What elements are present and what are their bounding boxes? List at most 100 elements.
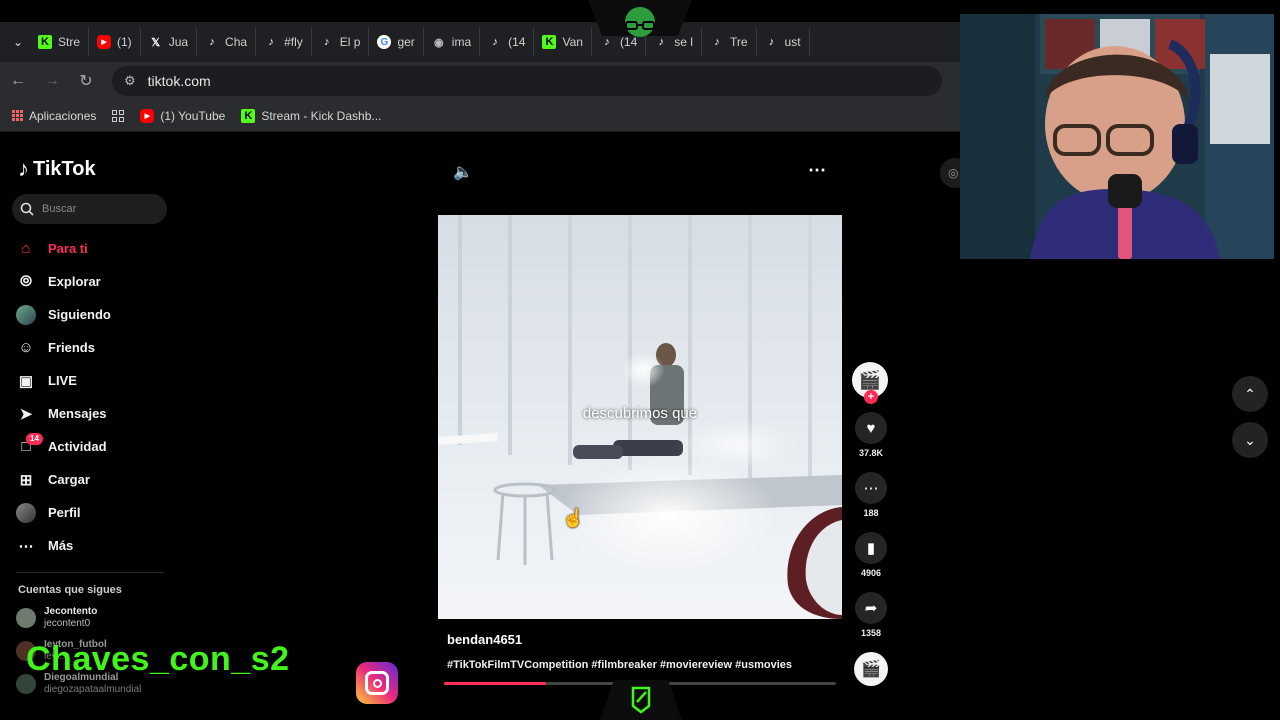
send-icon: ➤ [19, 405, 33, 423]
friends-icon: ☺ [18, 339, 34, 356]
logo-text: TikTok [33, 157, 96, 180]
like-action[interactable]: ♥ 37.8K [852, 412, 890, 458]
search-box[interactable] [12, 194, 167, 224]
url-field[interactable]: ⚙ tiktok.com [112, 66, 942, 96]
site-settings-icon[interactable]: ⚙ [124, 73, 136, 89]
sidebar-item-activity[interactable]: □ 14 Actividad [16, 430, 166, 463]
browser-tab[interactable]: K Van [534, 28, 592, 56]
sidebar-item-for-you[interactable]: ⌂ Para ti [16, 232, 166, 265]
bookmark-icon[interactable]: ▮ [855, 532, 887, 564]
stream-frame-bottom-deco [600, 680, 682, 720]
back-arrow-icon[interactable]: ← [10, 72, 26, 90]
tab-label: Cha [225, 35, 248, 49]
share-action[interactable]: ➦ 1358 [852, 592, 890, 638]
sidebar-item-following[interactable]: Siguiendo [16, 298, 166, 331]
chevron-up-icon: ⌃ [1244, 385, 1256, 402]
sidebar-item-label: Siguiendo [48, 307, 111, 322]
save-action[interactable]: ▮ 4906 [852, 532, 890, 578]
stream-frame-top-deco [588, 0, 692, 37]
browser-tab-bar: ⌄ K Stre ▶ (1) 𝕏 Jua ♪ Cha ♪ #fly ♪ El p Gger … [0, 22, 960, 62]
instagram-icon [356, 662, 398, 704]
browser-tab[interactable]: 𝕏 Jua [141, 28, 198, 56]
save-count: 4906 [860, 568, 882, 578]
tab-groups-icon[interactable] [112, 109, 125, 122]
more-options-icon[interactable]: ⋯ [808, 160, 827, 181]
sidebar-item-label: Mensajes [48, 406, 107, 421]
sidebar-item-live[interactable]: ▣ LIVE [16, 364, 166, 397]
clapperboard-icon: 🎬 [858, 369, 882, 390]
tab-label: (14 [508, 35, 526, 49]
creator-avatar[interactable]: 🎬 + [852, 362, 888, 404]
bookmark-apps[interactable]: Aplicaciones [12, 109, 96, 123]
tab-label: Van [562, 35, 583, 49]
tiktok-icon: ♪ [714, 36, 720, 48]
globe-icon: ◉ [433, 36, 444, 49]
browser-tab[interactable]: ▶ (1) [89, 28, 141, 56]
compass-icon: ⦾ [19, 273, 32, 290]
kick-icon: K [542, 35, 557, 49]
tab-label: (1) [117, 35, 132, 49]
account-name: Jecontento [44, 606, 98, 617]
browser-tab[interactable]: ♪ Cha [197, 28, 257, 56]
browser-tab[interactable]: ♪ #fly [256, 28, 312, 56]
follow-plus-icon[interactable]: + [864, 390, 878, 404]
browser-tab[interactable]: Gger [369, 28, 424, 56]
forward-arrow-icon[interactable]: → [44, 72, 60, 90]
tiktok-logo[interactable]: ♪ TikTok [18, 156, 96, 182]
sidebar-item-more[interactable]: ⋯ Más [16, 529, 166, 562]
hand-cursor-icon: ☝ [562, 508, 585, 528]
tab-label: Stre [58, 35, 81, 49]
sidebar-item-explore[interactable]: ⦾ Explorar [16, 265, 166, 298]
heart-icon[interactable]: ♥ [855, 412, 887, 444]
streamer-name-overlay: Chaves_con_s2 [0, 628, 344, 694]
browser-tab[interactable]: K Stre [30, 28, 90, 56]
bookmarks-bar: Aplicaciones ▶ (1) YouTube K Stream - Ki… [0, 100, 960, 132]
following-section-title: Cuentas que sigues [18, 584, 122, 596]
video-description[interactable]: #TikTokFilmTVCompetition #filmbreaker #m… [447, 659, 792, 671]
share-count: 1358 [860, 628, 882, 638]
sidebar-divider [16, 572, 164, 573]
more-dots-icon: ⋯ [18, 537, 34, 555]
following-account-item[interactable]: Jecontento jecontent0 [16, 606, 97, 630]
sidebar-item-messages[interactable]: ➤ Mensajes [16, 397, 166, 430]
live-tv-icon: ▣ [18, 372, 34, 390]
avatar [16, 608, 36, 628]
bookmark-label: (1) YouTube [160, 108, 226, 123]
address-bar: ← → ↻ ⚙ tiktok.com [0, 62, 960, 100]
browser-tab[interactable]: ♪ ust [757, 28, 810, 56]
comment-action[interactable]: ⋯ 188 [852, 472, 890, 518]
sidebar-item-label: Perfil [48, 505, 81, 520]
search-input[interactable] [42, 203, 152, 215]
comment-icon[interactable]: ⋯ [855, 472, 887, 504]
sidebar-item-friends[interactable]: ☺ Friends [16, 331, 166, 364]
video-author[interactable]: bendan4651 [447, 632, 522, 647]
like-count: 37.8K [858, 448, 884, 458]
tab-search-dropdown[interactable]: ⌄ [6, 30, 30, 54]
reload-icon[interactable]: ↻ [78, 71, 94, 91]
sidebar-item-label: Friends [48, 340, 95, 355]
comment-count: 188 [863, 508, 879, 518]
share-arrow-icon[interactable]: ➦ [855, 592, 887, 624]
volume-icon[interactable]: 🔈 [453, 162, 473, 182]
music-disc-icon[interactable]: 🎬 [854, 652, 888, 686]
previous-video-button[interactable]: ⌃ [1232, 376, 1268, 412]
tab-label: #fly [284, 35, 303, 49]
bookmark-kick[interactable]: K Stream - Kick Dashb... [241, 108, 381, 123]
tab-label: Tre [729, 35, 748, 49]
next-video-button[interactable]: ⌄ [1232, 422, 1268, 458]
tiktok-icon: ♪ [768, 36, 775, 48]
sidebar-item-label: Explorar [48, 274, 101, 289]
sidebar-item-upload[interactable]: ⊞ Cargar [16, 463, 166, 496]
tab-label: Jua [168, 35, 189, 49]
video-player[interactable]: descubrimos que [438, 215, 842, 619]
browser-tab[interactable]: ♪ Tre [702, 28, 757, 56]
tiktok-note-icon: ♪ [18, 156, 29, 181]
browser-tab[interactable]: ♪ (14 [480, 28, 535, 56]
bookmark-youtube[interactable]: ▶ (1) YouTube [140, 108, 226, 123]
following-avatar-icon [16, 304, 36, 325]
tiktok-icon: ♪ [209, 36, 215, 48]
sidebar-item-profile[interactable]: Perfil [16, 496, 166, 529]
browser-tab[interactable]: ♪ El p [312, 28, 370, 56]
video-progress-fill [444, 682, 546, 685]
browser-tab[interactable]: ◉ ima [424, 28, 481, 56]
